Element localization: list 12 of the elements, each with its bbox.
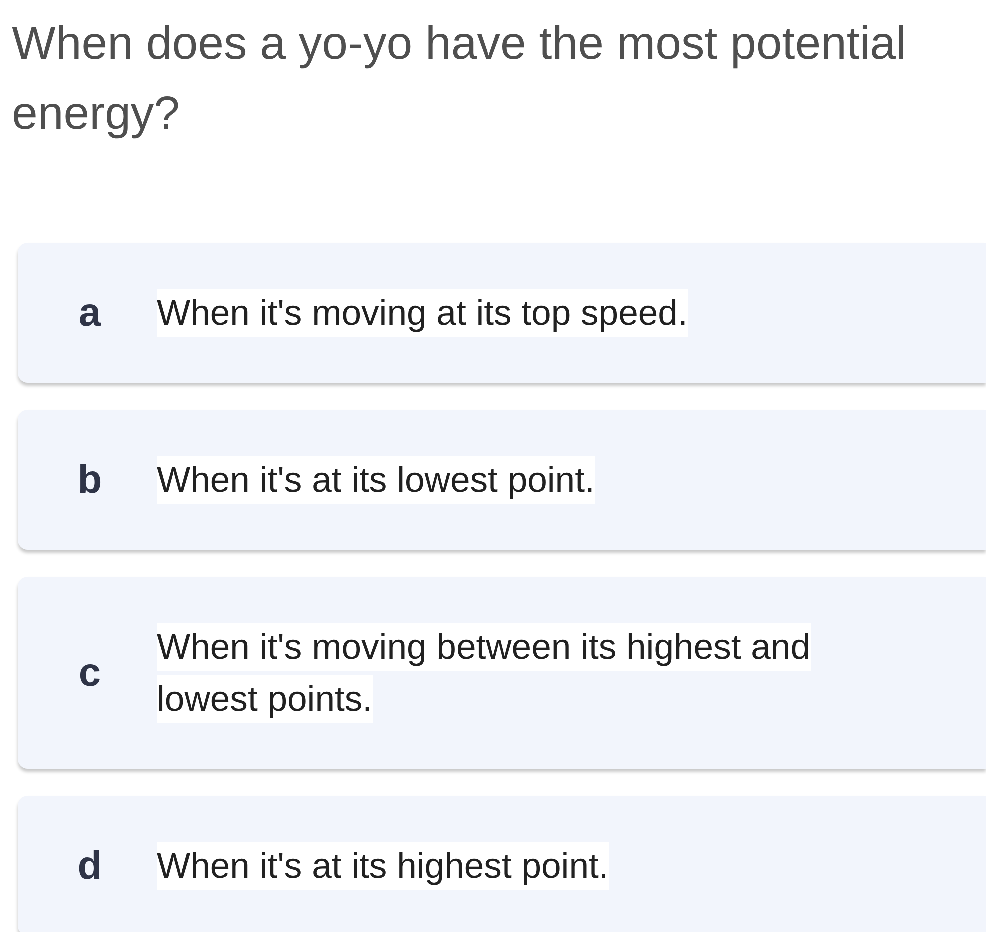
answer-option[interactable]: b When it's at its lowest point. [18,410,986,550]
answer-option[interactable]: d When it's at its highest point. [18,796,986,932]
option-text: When it's at its highest point. [157,840,609,892]
answer-option[interactable]: c When it's moving between its highest and lowest points. [18,577,986,769]
option-text: When it's at its lowest point. [157,454,595,506]
option-letter: a [78,290,102,337]
option-text: When it's moving at its top speed. [157,287,688,339]
option-letter: c [78,650,102,697]
option-letter: d [76,843,104,890]
question-title: When does a yo-yo have the most potential energy? [11,16,908,141]
answer-option[interactable]: a When it's moving at its top speed. [18,243,986,383]
option-letter: b [76,457,104,504]
